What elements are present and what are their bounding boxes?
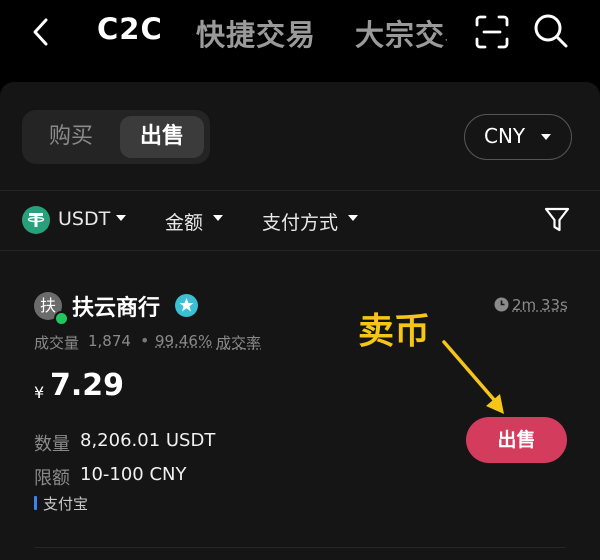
tab-overflow-fade	[440, 0, 470, 72]
listing-divider	[34, 547, 566, 548]
sell-tab[interactable]: 出售	[120, 116, 204, 158]
coin-chevron-down-icon	[116, 215, 126, 221]
payment-method-accent	[34, 496, 37, 510]
tab-bulk-trade[interactable]: 大宗交易	[355, 12, 447, 54]
quantity-value: 8,206.01 USDT	[80, 430, 216, 451]
quantity-label: 数量	[34, 434, 70, 455]
sell-button[interactable]: 出售	[466, 417, 567, 463]
tab-bulk-trade-clip: 大宗交易	[355, 0, 447, 72]
merchant-name[interactable]: 扶云商行	[72, 290, 160, 322]
annotation-arrow-icon	[442, 340, 504, 414]
currency-symbol: ¥	[34, 383, 45, 402]
amount-filter[interactable]: 金额	[165, 208, 203, 235]
payment-filter[interactable]: 支付方式	[262, 208, 338, 235]
currency-label: CNY	[484, 124, 526, 148]
clock-icon	[494, 297, 509, 312]
tab-c2c[interactable]: C2C	[97, 12, 163, 46]
amount-chevron-down-icon	[213, 215, 223, 221]
sell-coin-annotation: 卖币	[358, 311, 431, 352]
tab-quick-trade[interactable]: 快捷交易	[196, 12, 316, 54]
payment-time-limit: 2m 33s	[512, 296, 568, 314]
volume-value: 1,874	[88, 332, 131, 350]
scan-icon[interactable]	[474, 14, 510, 50]
stats-separator: •	[140, 331, 150, 350]
limit-value: 10-100 CNY	[80, 464, 187, 485]
limit-label: 限额	[34, 468, 70, 489]
completion-rate-label: 成交率	[216, 334, 262, 352]
payment-method: 支付宝	[43, 495, 89, 513]
volume-label: 成交量	[34, 334, 80, 352]
back-arrow-icon[interactable]	[28, 16, 56, 48]
coin-filter[interactable]: USDT	[58, 208, 110, 230]
completion-rate: 99.46%	[155, 332, 213, 350]
filter-divider	[0, 250, 600, 251]
unit-price: 7.29	[50, 368, 125, 403]
buy-tab[interactable]: 购买	[30, 116, 112, 158]
online-status-dot	[54, 311, 69, 326]
verified-star-icon	[175, 294, 198, 317]
panel-divider	[0, 190, 600, 191]
tether-coin-icon	[22, 206, 50, 234]
payment-chevron-down-icon	[348, 215, 358, 221]
search-icon[interactable]	[532, 12, 570, 50]
currency-chevron-down-icon	[541, 134, 551, 140]
filter-funnel-icon[interactable]	[544, 206, 570, 234]
